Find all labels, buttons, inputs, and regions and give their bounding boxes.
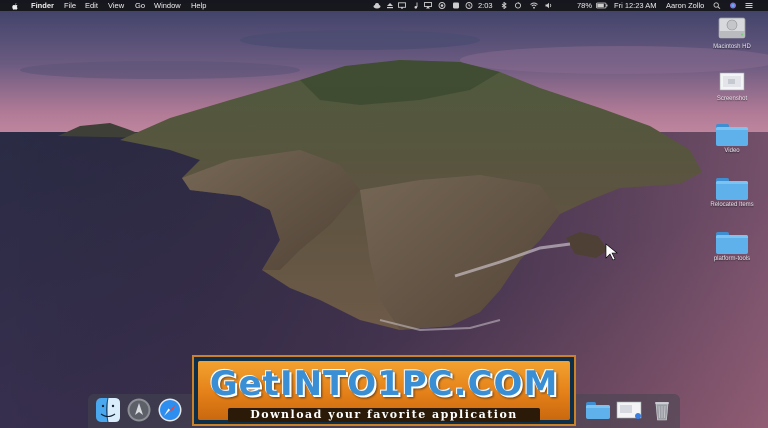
desktop-item-label: platform-tools	[713, 256, 751, 262]
watermark-title: GetINTO1PC.COM	[209, 364, 559, 404]
folder-icon	[716, 178, 748, 200]
hard-drive-icon	[718, 17, 746, 39]
menu-clock[interactable]: Fri 12:23 AM	[614, 0, 657, 11]
desktop-item-label: Video	[724, 148, 740, 154]
menu-edit[interactable]: Edit	[85, 0, 98, 11]
launchpad-icon[interactable]	[127, 398, 151, 422]
watermark-banner: GetINTO1PC.COM Download your favorite ap…	[192, 355, 576, 426]
desktop-item-video[interactable]: Video	[702, 124, 762, 154]
bluetooth-icon[interactable]	[500, 2, 508, 9]
folder-icon	[716, 124, 748, 146]
desktop-item-label: Macintosh HD	[713, 44, 751, 50]
search-icon[interactable]	[713, 2, 721, 9]
siri-icon[interactable]	[729, 2, 737, 9]
eject-icon[interactable]	[386, 2, 394, 9]
airplay-icon[interactable]	[424, 2, 432, 9]
music-icon[interactable]	[412, 2, 420, 9]
menu-go[interactable]: Go	[135, 0, 145, 11]
screenshot-file-icon[interactable]	[616, 400, 642, 420]
folder-icon[interactable]	[586, 402, 610, 419]
finder-icon[interactable]	[96, 398, 120, 422]
desktop-item-screenshot[interactable]: Screenshot	[702, 70, 762, 102]
watermark-subtitle: Download your favorite application	[228, 408, 540, 422]
battery-percent[interactable]: 78%	[577, 0, 592, 11]
menu-help[interactable]: Help	[191, 0, 206, 11]
menu-finder[interactable]: Finder	[31, 0, 54, 11]
cloud-icon[interactable]	[373, 2, 381, 9]
menu-bar: Finder File Edit View Go Window Help 2:0…	[0, 0, 768, 11]
watermark-background: GetINTO1PC.COM Download your favorite ap…	[198, 361, 570, 422]
display-icon[interactable]	[398, 2, 406, 9]
folder-icon	[716, 232, 748, 254]
volume-icon[interactable]	[545, 2, 553, 9]
desktop-item-label: Screenshot	[716, 96, 748, 102]
menu-view[interactable]: View	[108, 0, 124, 11]
menu-file[interactable]: File	[64, 0, 76, 11]
safari-icon[interactable]	[158, 398, 182, 422]
clock-icon[interactable]	[465, 2, 473, 9]
wifi-icon[interactable]	[530, 2, 538, 9]
apple-icon[interactable]	[12, 2, 18, 13]
trash-icon[interactable]	[650, 398, 674, 422]
sync-icon[interactable]	[514, 2, 522, 9]
screenshot-file-icon	[719, 72, 745, 91]
menu-window[interactable]: Window	[154, 0, 181, 11]
battery-icon[interactable]	[596, 2, 608, 9]
desktop-item-label: Relocated Items	[710, 202, 754, 208]
desktop-item-relocated-items[interactable]: Relocated Items	[702, 178, 762, 208]
menu-user[interactable]: Aaron Zollo	[666, 0, 704, 11]
desktop-item-platform-tools[interactable]: platform-tools	[702, 232, 762, 262]
desktop-item-macintosh-hd[interactable]: Macintosh HD	[702, 14, 762, 50]
app-icon[interactable]	[452, 2, 460, 9]
timer-text[interactable]: 2:03	[478, 0, 493, 11]
notification-center-icon[interactable]	[745, 2, 753, 9]
record-icon[interactable]	[438, 2, 446, 9]
